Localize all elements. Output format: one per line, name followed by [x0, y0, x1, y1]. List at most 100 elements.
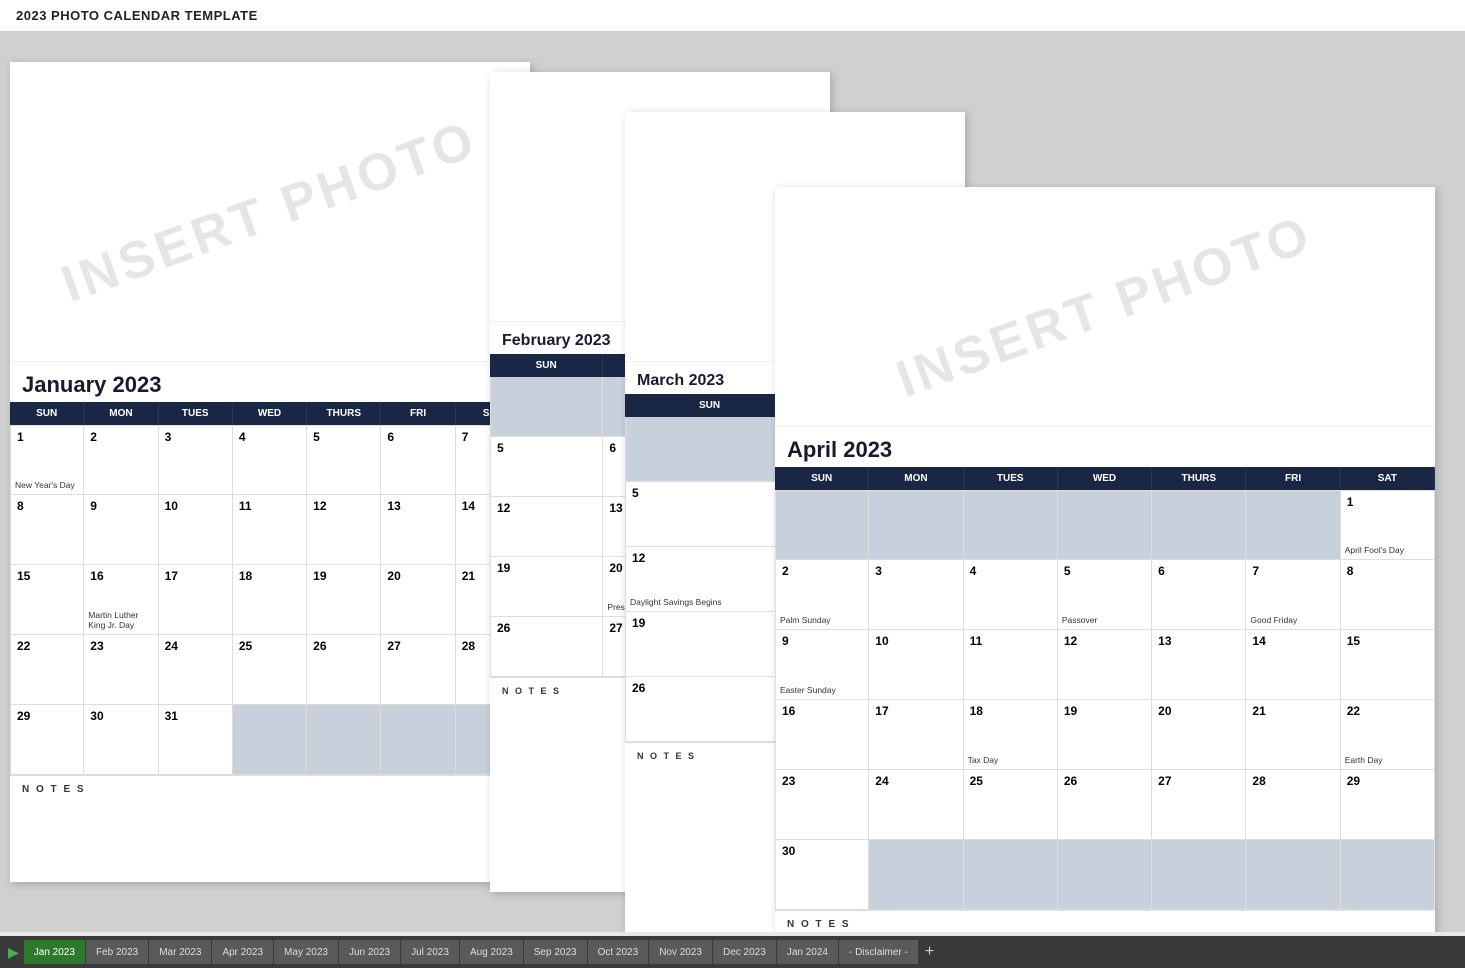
cell-number: 5 — [313, 430, 374, 444]
calendar-cell: 5 — [307, 425, 381, 495]
cell-number: 27 — [387, 639, 448, 653]
holiday-label: Easter Sunday — [780, 685, 836, 695]
calendar-cell: 22 Earth Day — [1341, 700, 1435, 770]
cell-number: 9 — [90, 499, 151, 513]
calendar-cell: 8 — [1341, 560, 1435, 630]
january-photo-area: INSERT PHOTO — [10, 62, 530, 362]
calendar-cell: 12Daylight Savings Begins — [625, 547, 795, 612]
calendar-cell: 10 — [159, 495, 233, 565]
day-header: FRI — [381, 402, 455, 425]
calendar-cell: 6 — [1152, 560, 1246, 630]
cell-number: 22 — [1347, 704, 1428, 718]
cell-number: 15 — [17, 569, 77, 583]
calendar-cell — [381, 705, 455, 775]
calendar-cell: 19 — [490, 557, 603, 617]
calendar-cell: 23 — [84, 635, 158, 705]
day-header: SUN — [775, 467, 869, 490]
tab-item[interactable]: May 2023 — [274, 940, 338, 964]
calendar-cell: 8 — [10, 495, 84, 565]
holiday-label: Earth Day — [1345, 755, 1383, 765]
tab-item[interactable]: Jan 2024 — [777, 940, 838, 964]
calendar-cell: 14 — [1246, 630, 1340, 700]
day-header: MON — [84, 402, 158, 425]
calendar-cell: 1New Year's Day — [10, 425, 84, 495]
cell-number: 1 — [1347, 495, 1428, 509]
cell-number: 5 — [1064, 564, 1145, 578]
tab-item[interactable]: Feb 2023 — [86, 940, 148, 964]
cell-number: 28 — [1252, 774, 1333, 788]
day-header: TUES — [159, 402, 233, 425]
tab-item[interactable]: Dec 2023 — [713, 940, 776, 964]
cell-number: 10 — [875, 634, 956, 648]
calendar-cell: 5 — [490, 437, 603, 497]
day-header: THURS — [307, 402, 381, 425]
holiday-label: April Fool's Day — [1345, 545, 1404, 555]
add-sheet-button[interactable]: + — [919, 943, 940, 961]
page-title: 2023 PHOTO CALENDAR TEMPLATE — [16, 8, 1449, 23]
calendar-cell: 31 — [159, 705, 233, 775]
cell-number: 13 — [1158, 634, 1239, 648]
calendar-cell: 24 — [869, 770, 963, 840]
cell-number: 3 — [165, 430, 226, 444]
holiday-label: Good Friday — [1250, 615, 1297, 625]
calendar-cell: 11 — [964, 630, 1058, 700]
calendar-cell: 2 — [84, 425, 158, 495]
day-header: MON — [869, 467, 963, 490]
cell-number: 11 — [239, 499, 300, 513]
calendar-cell: 28 — [1246, 770, 1340, 840]
day-header: FRI — [1246, 467, 1340, 490]
tab-item[interactable]: Sep 2023 — [524, 940, 587, 964]
day-header: SUN — [10, 402, 84, 425]
cell-number: 16 — [782, 704, 862, 718]
calendar-cell: 11 — [233, 495, 307, 565]
day-header: TUES — [964, 467, 1058, 490]
cell-number: 19 — [313, 569, 374, 583]
cell-number: 12 — [1064, 634, 1145, 648]
cell-number: 30 — [90, 709, 151, 723]
calendar-cell — [775, 490, 869, 560]
cell-number: 20 — [1158, 704, 1239, 718]
calendar-cell: 29 — [1341, 770, 1435, 840]
cell-number: 12 — [632, 551, 788, 565]
tab-item[interactable]: Apr 2023 — [212, 940, 273, 964]
tab-item[interactable]: - Disclaimer - — [839, 940, 918, 964]
tab-scroll-left[interactable]: ▶ — [4, 944, 23, 961]
cell-number: 18 — [239, 569, 300, 583]
tabs-container: Jan 2023Feb 2023Mar 2023Apr 2023May 2023… — [24, 940, 918, 964]
calendar-cell — [1341, 840, 1435, 910]
tab-item[interactable]: Jul 2023 — [401, 940, 459, 964]
january-notes: N O T E S — [10, 775, 530, 803]
calendar-cell: 17 — [869, 700, 963, 770]
calendar-cell: 17 — [159, 565, 233, 635]
calendar-cell: 26 — [1058, 770, 1152, 840]
calendar-cell: 26 — [625, 677, 795, 742]
cell-number: 21 — [1252, 704, 1333, 718]
tab-item[interactable]: Jun 2023 — [339, 940, 400, 964]
holiday-label: Tax Day — [968, 755, 999, 765]
cell-number: 8 — [1347, 564, 1428, 578]
calendar-cell: 10 — [869, 630, 963, 700]
cell-number: 30 — [782, 844, 862, 858]
cell-number: 26 — [1064, 774, 1145, 788]
calendar-cell — [964, 840, 1058, 910]
holiday-label: Palm Sunday — [780, 615, 831, 625]
calendar-cell: 7Good Friday — [1246, 560, 1340, 630]
calendar-cell — [490, 377, 603, 437]
calendar-cell: 25 — [233, 635, 307, 705]
tab-item[interactable]: Jan 2023 — [24, 940, 85, 964]
day-header: WED — [1058, 467, 1152, 490]
calendar-cell — [1246, 490, 1340, 560]
calendar-cell — [233, 705, 307, 775]
calendar-cell: 13 — [381, 495, 455, 565]
cell-number: 12 — [497, 501, 596, 515]
calendar-cell — [964, 490, 1058, 560]
tab-item[interactable]: Oct 2023 — [588, 940, 649, 964]
cell-number: 2 — [90, 430, 151, 444]
calendar-cell: 30 — [775, 840, 869, 910]
calendar-cell — [1058, 840, 1152, 910]
calendar-cell — [1152, 840, 1246, 910]
tab-item[interactable]: Aug 2023 — [460, 940, 523, 964]
tab-item[interactable]: Mar 2023 — [149, 940, 211, 964]
tab-item[interactable]: Nov 2023 — [649, 940, 712, 964]
cell-number: 9 — [782, 634, 862, 648]
